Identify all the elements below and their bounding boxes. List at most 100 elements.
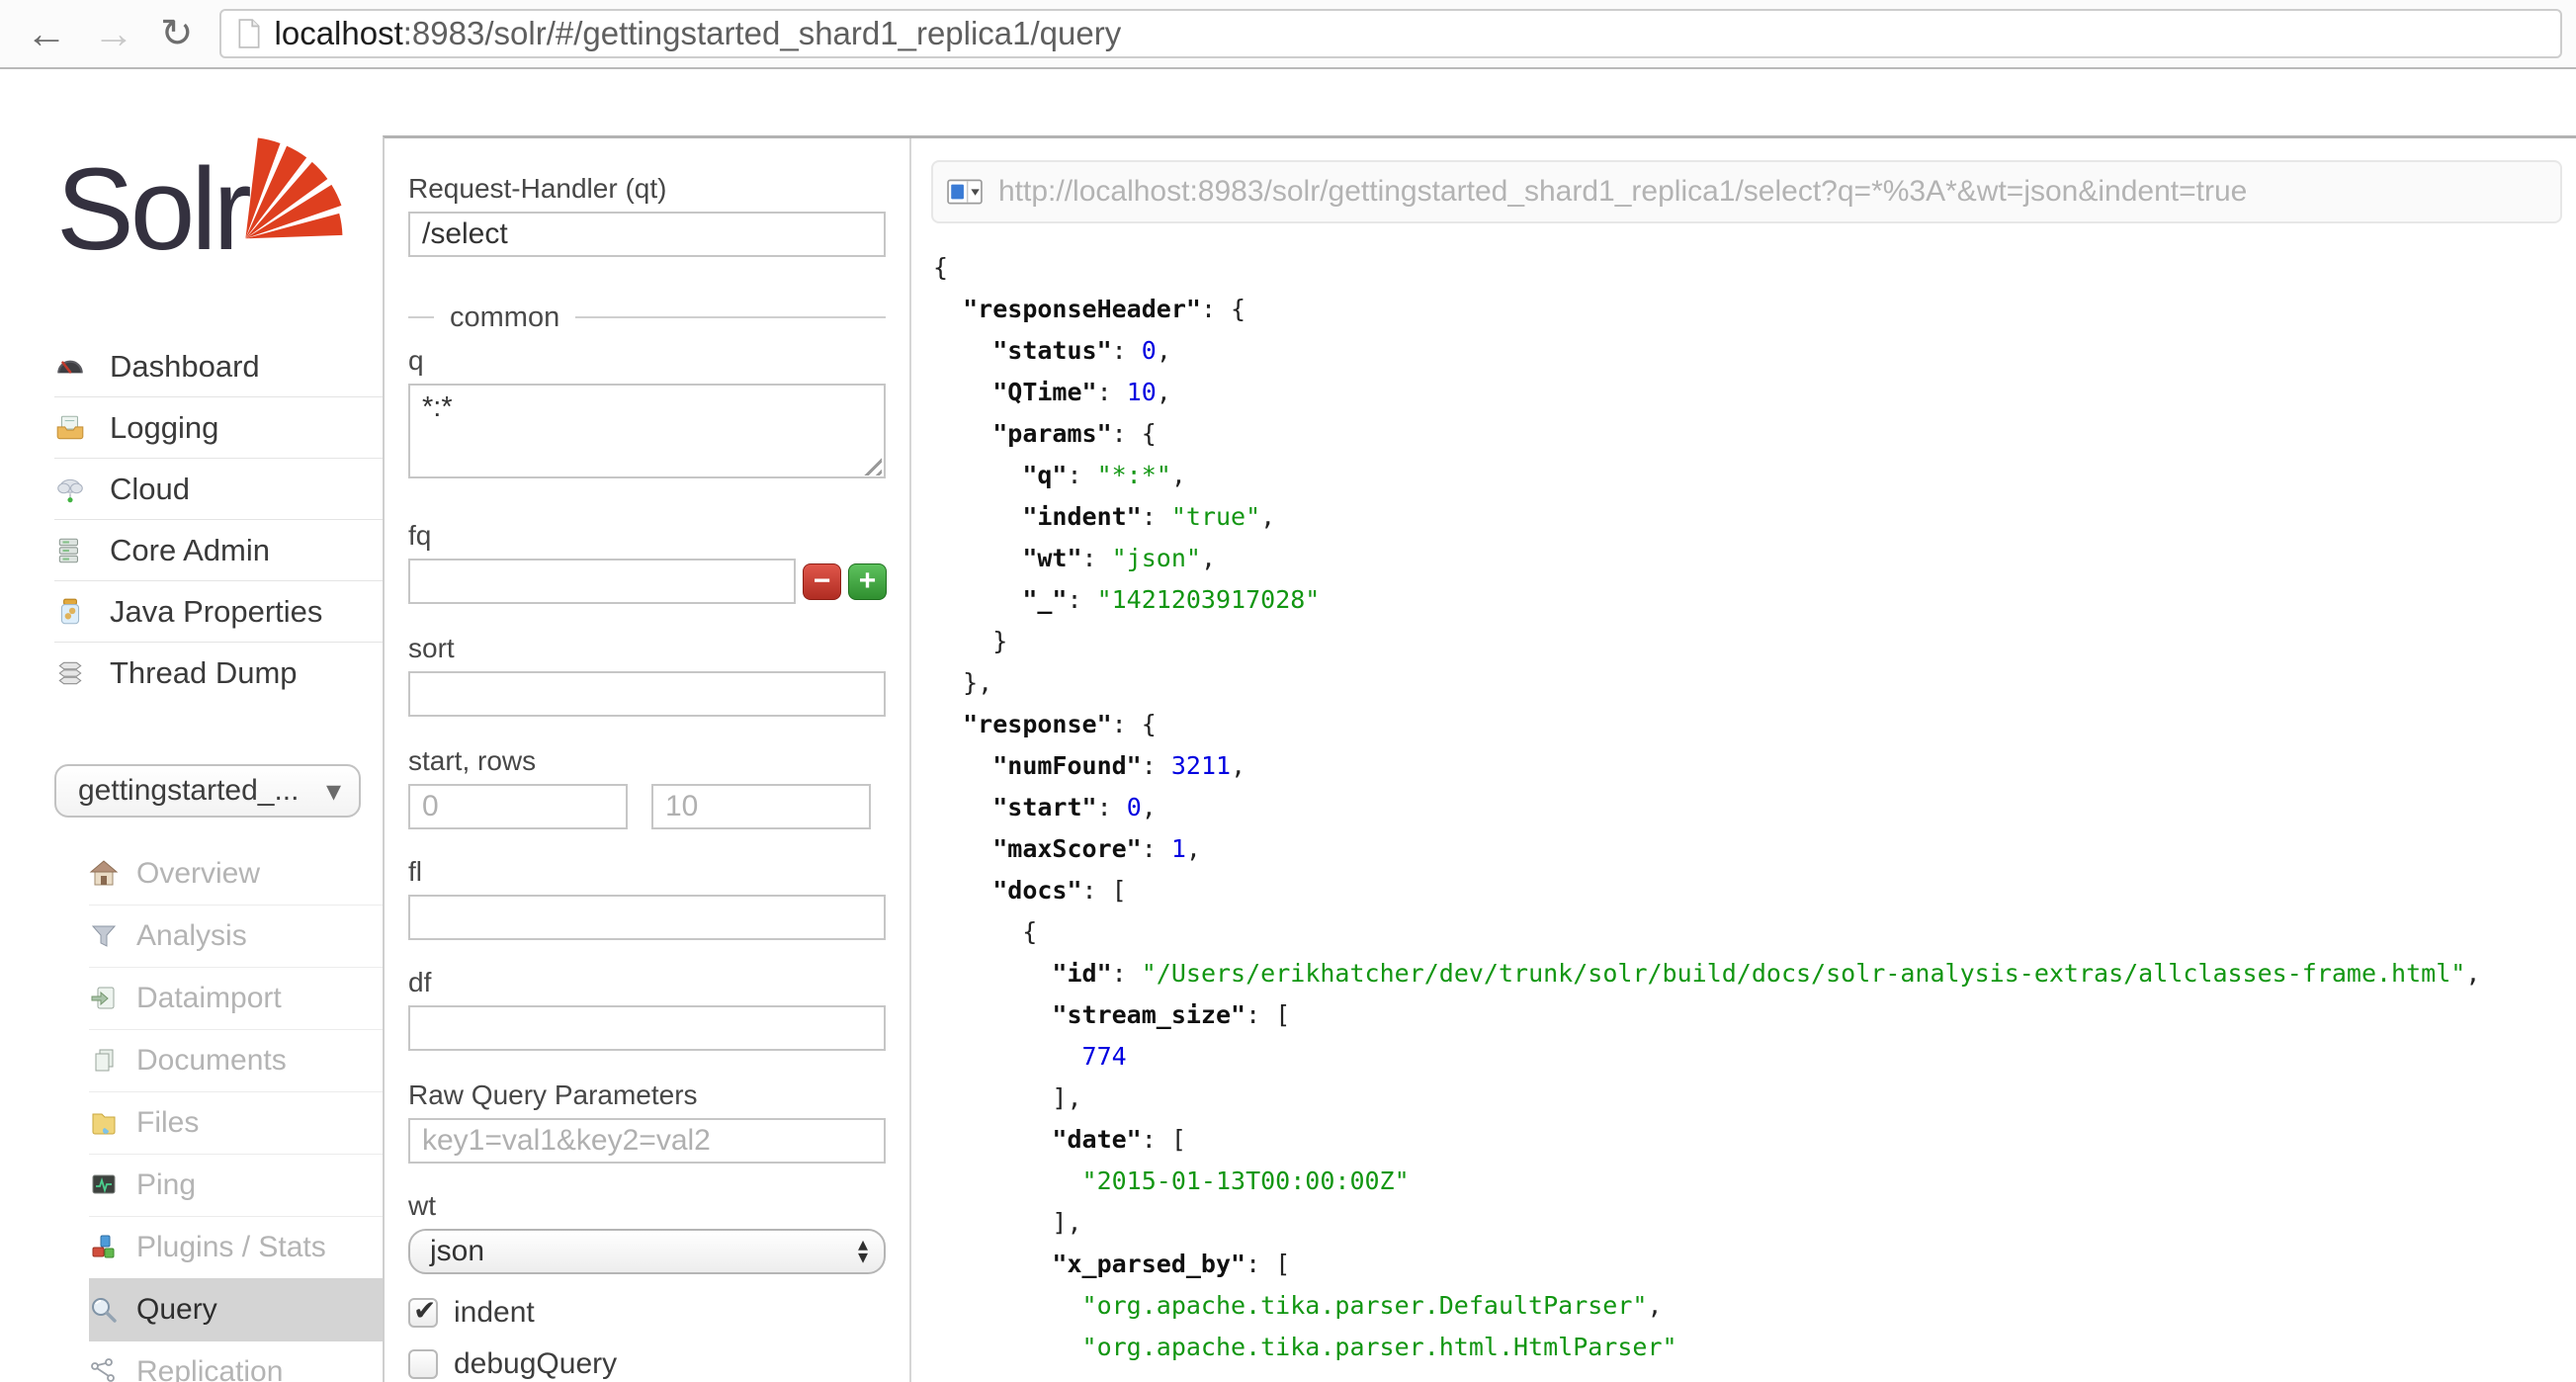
files-folder-icon	[89, 1108, 121, 1138]
replication-icon	[89, 1357, 121, 1382]
q-textarea[interactable]: *:*	[408, 384, 886, 478]
ping-monitor-icon	[89, 1170, 121, 1200]
debugquery-label: debugQuery	[454, 1347, 617, 1381]
query-page: Request-Handler (qt) common q *:* fq − +…	[383, 135, 2576, 1382]
fl-label: fl	[408, 857, 886, 887]
sidebar-item-label: Plugins / Stats	[136, 1231, 326, 1264]
page-icon	[237, 19, 261, 48]
wt-label: wt	[408, 1191, 886, 1221]
sidebar-item-label: Analysis	[136, 919, 247, 953]
sidebar-item-core-admin[interactable]: Core Admin	[54, 519, 383, 580]
core-selector[interactable]: gettingstarted_... ▾	[54, 764, 361, 818]
sidebar-item-analysis[interactable]: Analysis	[89, 905, 383, 967]
wt-select[interactable]: json ▴▾	[408, 1229, 886, 1274]
select-spinner-icon: ▴▾	[858, 1239, 868, 1264]
sidebar-item-cloud[interactable]: Cloud	[54, 458, 383, 519]
sidebar-item-label: Overview	[136, 857, 260, 891]
plugins-stats-icon	[89, 1233, 121, 1262]
sidebar-item-label: Files	[136, 1106, 199, 1140]
sidebar-item-label: Core Admin	[110, 533, 270, 568]
common-section-label: common	[450, 302, 559, 334]
sidebar-item-label: Thread Dump	[110, 655, 298, 691]
sort-input[interactable]	[408, 671, 886, 717]
sidebar-item-label: Logging	[110, 410, 218, 446]
sidebar-item-label: Dataimport	[136, 982, 282, 1015]
sidebar: Solr Dashboard Logging Cloud Core Admin Java…	[0, 71, 383, 1382]
indent-checkbox[interactable]: ✔	[408, 1298, 438, 1328]
url-combobox-icon	[947, 179, 983, 205]
debugquery-option[interactable]: ✔ debugQuery	[408, 1347, 886, 1381]
core-selector-value: gettingstarted_...	[78, 774, 326, 808]
sidebar-item-label: Documents	[136, 1044, 287, 1078]
request-handler-input[interactable]	[408, 212, 886, 257]
sidebar-item-label: Replication	[136, 1355, 283, 1382]
legend-line	[575, 316, 886, 318]
indent-option[interactable]: ✔ indent	[408, 1296, 886, 1330]
indent-label: indent	[454, 1296, 535, 1330]
browser-reload-icon[interactable]: ↻	[160, 14, 194, 53]
sidebar-item-query[interactable]: Query	[89, 1278, 383, 1340]
query-magnifier-icon	[89, 1295, 121, 1325]
raw-query-params-label: Raw Query Parameters	[408, 1080, 886, 1110]
fl-input[interactable]	[408, 895, 886, 940]
fq-label: fq	[408, 521, 886, 551]
analysis-funnel-icon	[89, 921, 121, 951]
sidebar-item-documents[interactable]: Documents	[89, 1029, 383, 1091]
sidebar-item-ping[interactable]: Ping	[89, 1154, 383, 1216]
add-fq-button[interactable]: +	[848, 563, 887, 600]
wt-select-value: json	[430, 1235, 858, 1268]
query-form: Request-Handler (qt) common q *:* fq − +…	[385, 138, 911, 1382]
browser-chrome: ← → ↻ localhost:8983/solr/#/gettingstart…	[0, 0, 2576, 69]
sort-label: sort	[408, 634, 886, 663]
sidebar-item-dataimport[interactable]: Dataimport	[89, 967, 383, 1029]
debugquery-checkbox[interactable]: ✔	[408, 1349, 438, 1379]
rows-input[interactable]	[651, 784, 871, 829]
caret-down-icon: ▾	[326, 774, 341, 809]
dataimport-icon	[89, 984, 121, 1013]
browser-address-bar[interactable]: localhost:8983/solr/#/gettingstarted_sha…	[219, 9, 2562, 58]
sidebar-item-label: Ping	[136, 1168, 196, 1202]
df-input[interactable]	[408, 1005, 886, 1051]
json-response: { "responseHeader": { "status": 0, "QTim…	[933, 247, 2562, 1368]
sidebar-item-dashboard[interactable]: Dashboard	[54, 336, 383, 396]
raw-query-params-input[interactable]	[408, 1118, 886, 1164]
response-url-link[interactable]: http://localhost:8983/solr/gettingstarte…	[931, 160, 2562, 223]
request-handler-label: Request-Handler (qt)	[408, 174, 886, 204]
sidebar-item-java-properties[interactable]: Java Properties	[54, 580, 383, 642]
solr-admin-app: ← → ↻ localhost:8983/solr/#/gettingstart…	[0, 0, 2576, 1382]
sidebar-item-label: Cloud	[110, 472, 190, 507]
sidebar-item-replication[interactable]: Replication	[89, 1340, 383, 1382]
sidebar-item-label: Dashboard	[110, 349, 260, 385]
start-input[interactable]	[408, 784, 628, 829]
df-label: df	[408, 968, 886, 997]
browser-forward-icon[interactable]: →	[93, 13, 134, 54]
documents-icon	[89, 1046, 121, 1076]
cloud-icon	[54, 474, 88, 505]
logging-tray-icon	[54, 412, 88, 444]
sidebar-item-files[interactable]: Files	[89, 1091, 383, 1154]
sidebar-item-label: Java Properties	[110, 594, 322, 630]
browser-back-icon[interactable]: ←	[26, 13, 67, 54]
common-section-legend: common	[408, 302, 886, 332]
solr-logo: Solr	[56, 134, 353, 285]
fq-input[interactable]	[408, 559, 796, 604]
dashboard-gauge-icon	[54, 351, 88, 383]
response-url-text: http://localhost:8983/solr/gettingstarte…	[998, 175, 2247, 209]
sidebar-item-overview[interactable]: Overview	[89, 843, 383, 905]
sidebar-item-plugins-stats[interactable]: Plugins / Stats	[89, 1216, 383, 1278]
q-label: q	[408, 346, 886, 376]
remove-fq-button[interactable]: −	[803, 563, 841, 600]
core-nav: Overview Analysis Dataimport Documents Files…	[0, 843, 383, 1382]
sidebar-item-thread-dump[interactable]: Thread Dump	[54, 642, 383, 703]
response-panel: http://localhost:8983/solr/gettingstarte…	[911, 138, 2576, 1382]
sidebar-item-logging[interactable]: Logging	[54, 396, 383, 458]
overview-home-icon	[89, 859, 121, 889]
core-admin-icon	[54, 535, 88, 566]
check-icon: ✔	[413, 1294, 436, 1327]
solr-sunburst-icon	[232, 132, 347, 243]
start-rows-label: start, rows	[408, 746, 886, 776]
sidebar-item-label: Query	[136, 1293, 217, 1327]
java-properties-icon	[54, 596, 88, 628]
main-nav: Dashboard Logging Cloud Core Admin Java Prop…	[0, 336, 383, 703]
solr-logo-text: Solr	[56, 142, 248, 277]
